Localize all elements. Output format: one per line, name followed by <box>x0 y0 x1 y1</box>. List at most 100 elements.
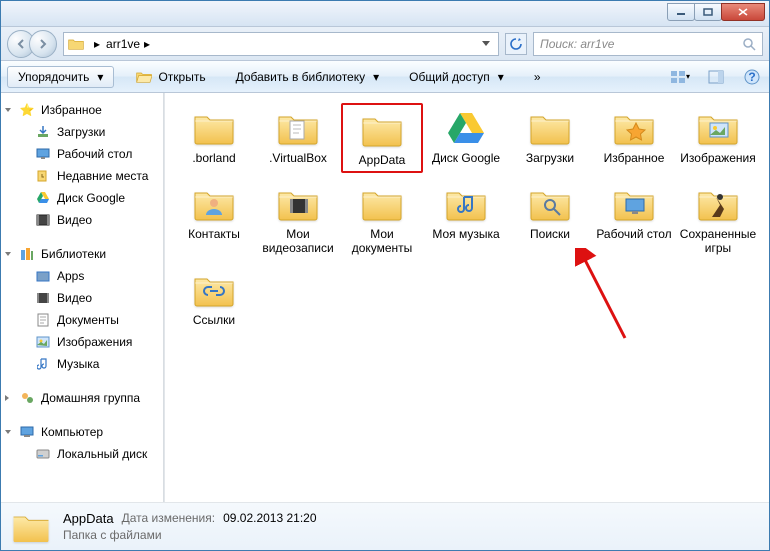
sidebar-item[interactable]: Недавние места <box>1 165 164 187</box>
forward-button[interactable] <box>29 30 57 58</box>
folder-music-icon <box>442 183 490 225</box>
folder-video-icon <box>274 183 322 225</box>
toolbar-overflow[interactable]: » <box>526 67 549 87</box>
address-bar: ▸ arr1ve ▸ Поиск: arr1ve <box>1 27 769 61</box>
organize-button[interactable]: Упорядочить▾ <box>7 66 114 88</box>
sidebar-item[interactable]: Музыка <box>1 353 164 375</box>
file-label: Контакты <box>188 227 240 241</box>
file-label: Моя музыка <box>432 227 499 241</box>
homegroup-icon <box>19 390 35 406</box>
toolbar: Упорядочить▾ Открыть Добавить в библиоте… <box>1 61 769 93</box>
pictures-icon <box>35 334 51 350</box>
sidebar-item[interactable]: Документы <box>1 309 164 331</box>
sidebar-item[interactable]: Видео <box>1 287 164 309</box>
file-item[interactable]: Контакты <box>173 179 255 259</box>
sidebar-item[interactable]: Изображения <box>1 331 164 353</box>
file-label: Поиски <box>530 227 570 241</box>
folder-open-icon <box>136 70 152 84</box>
breadcrumb-dropdown[interactable] <box>478 33 494 55</box>
file-item[interactable]: Сохраненные игры <box>677 179 759 259</box>
file-item[interactable]: AppData <box>341 103 423 173</box>
file-item[interactable]: Изображения <box>677 103 759 173</box>
file-label: .VirtualBox <box>269 151 327 165</box>
sidebar-item[interactable]: Видео <box>1 209 164 231</box>
sidebar-item[interactable]: Локальный диск <box>1 443 164 465</box>
navigation-pane: ⭐Избранное Загрузки Рабочий стол Недавни… <box>1 93 165 502</box>
star-icon: ⭐ <box>19 102 35 118</box>
search-placeholder: Поиск: arr1ve <box>540 37 742 51</box>
file-item[interactable]: .VirtualBox <box>257 103 339 173</box>
minimize-button[interactable] <box>667 3 695 21</box>
sidebar-homegroup[interactable]: Домашняя группа <box>1 387 164 409</box>
sidebar-item[interactable]: Диск Google <box>1 187 164 209</box>
folder-icon <box>526 107 574 149</box>
refresh-button[interactable] <box>505 33 527 55</box>
folder-icon <box>190 107 238 149</box>
file-label: Загрузки <box>526 151 574 165</box>
file-label: .borland <box>192 151 235 165</box>
chevron-right-icon[interactable]: ▸ <box>94 37 100 51</box>
preview-pane-button[interactable] <box>705 66 727 88</box>
file-item[interactable]: Диск Google <box>425 103 507 173</box>
desktop-icon <box>35 146 51 162</box>
sidebar-item[interactable]: Рабочий стол <box>1 143 164 165</box>
video-icon <box>35 290 51 306</box>
open-button[interactable]: Открыть <box>128 67 213 87</box>
file-list[interactable]: .borland .VirtualBox AppData Диск Google Заг… <box>165 93 769 502</box>
view-options-button[interactable]: ▾ <box>669 66 691 88</box>
file-item[interactable]: Мои видеозаписи <box>257 179 339 259</box>
libraries-icon <box>19 246 35 262</box>
folder-icon <box>358 109 406 151</box>
sidebar-libraries[interactable]: Библиотеки <box>1 243 164 265</box>
breadcrumb-bar[interactable]: ▸ arr1ve ▸ <box>63 32 499 56</box>
sidebar-computer[interactable]: Компьютер <box>1 421 164 443</box>
file-item[interactable]: .borland <box>173 103 255 173</box>
file-label: Рабочий стол <box>596 227 671 241</box>
file-item[interactable]: Рабочий стол <box>593 179 675 259</box>
file-item[interactable]: Загрузки <box>509 103 591 173</box>
sidebar-favorites[interactable]: ⭐Избранное <box>1 99 164 121</box>
close-button[interactable] <box>721 3 765 21</box>
file-item[interactable]: Поиски <box>509 179 591 259</box>
folder-icon <box>358 183 406 225</box>
file-item[interactable]: Мои документы <box>341 179 423 259</box>
file-label: Ссылки <box>193 313 235 327</box>
folder-search-icon <box>526 183 574 225</box>
selected-name: AppData <box>63 511 114 526</box>
google-drive-icon <box>35 190 51 206</box>
selected-type: Папка с файлами <box>63 528 162 542</box>
file-label: Диск Google <box>432 151 500 165</box>
documents-icon <box>35 312 51 328</box>
chevron-right-icon[interactable]: ▸ <box>144 37 150 51</box>
gdrive-icon <box>442 107 490 149</box>
date-modified-value: 09.02.2013 21:20 <box>223 511 316 526</box>
help-button[interactable]: ? <box>741 66 763 88</box>
file-label: Мои документы <box>343 227 421 255</box>
maximize-button[interactable] <box>694 3 722 21</box>
search-icon <box>742 37 756 51</box>
file-item[interactable]: Ссылки <box>173 265 255 331</box>
recent-icon <box>35 168 51 184</box>
video-icon <box>35 212 51 228</box>
file-item[interactable]: Избранное <box>593 103 675 173</box>
search-input[interactable]: Поиск: arr1ve <box>533 32 763 56</box>
file-label: Изображения <box>680 151 755 165</box>
date-modified-label: Дата изменения: <box>122 511 216 526</box>
share-button[interactable]: Общий доступ▾ <box>401 67 512 87</box>
sidebar-item[interactable]: Загрузки <box>1 121 164 143</box>
titlebar <box>1 1 769 27</box>
drive-icon <box>35 446 51 462</box>
folder-star-icon <box>610 107 658 149</box>
folder-desktop-icon <box>610 183 658 225</box>
folder-icon <box>11 509 51 545</box>
breadcrumb-segment[interactable]: arr1ve <box>106 37 140 51</box>
folder-contact-icon <box>190 183 238 225</box>
explorer-window: ▸ arr1ve ▸ Поиск: arr1ve Упорядочить▾ Отк… <box>0 0 770 551</box>
sidebar-item[interactable]: Apps <box>1 265 164 287</box>
computer-icon <box>19 424 35 440</box>
file-item[interactable]: Моя музыка <box>425 179 507 259</box>
folder-doc-icon <box>274 107 322 149</box>
include-library-button[interactable]: Добавить в библиотеку▾ <box>228 67 388 87</box>
file-label: Сохраненные игры <box>679 227 757 255</box>
file-label: AppData <box>359 153 406 167</box>
